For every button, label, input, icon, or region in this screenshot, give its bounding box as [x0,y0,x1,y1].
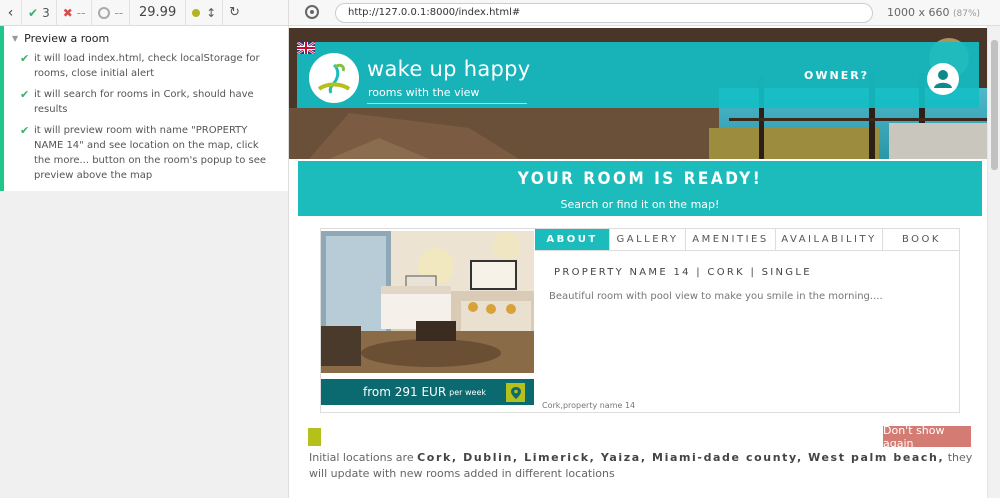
dont-show-again-button[interactable]: Don't show again [883,424,971,450]
uk-flag-icon[interactable] [297,42,315,54]
failed-stat: ✖ -- [57,0,93,26]
logo[interactable] [309,53,359,103]
autoscroll-toggle-icon[interactable]: ↕ [206,6,216,20]
banner-title: YOUR ROOM IS READY! [517,169,763,189]
rerun-button[interactable]: ↻ [223,0,246,26]
owner-link[interactable]: OWNER? [804,69,869,82]
property-tabs: ABOUT GALLERY AMENITIES AVAILABILITY BOO… [535,229,960,251]
chevron-left-icon: ‹ [7,4,14,21]
price-bar: from 291 EUR per week [321,379,534,405]
failed-count: -- [76,5,86,20]
price-period: per week [449,387,487,397]
caret-down-icon: ▼ [12,34,19,43]
price-text: from 291 EUR [363,385,447,399]
suite-title[interactable]: ▼ Preview a room [4,26,288,45]
initial-locations-text: Initial locations are Cork, Dublin, Lime… [309,450,979,482]
check-icon: ✔ [28,5,39,20]
passed-count: 3 [42,5,50,20]
tab-gallery[interactable]: GALLERY [610,229,686,250]
locations-cities: Cork, Dublin, Limerick, Yaiza, Miami-dad… [417,451,945,464]
brand-divider [367,103,527,104]
hero-header: wake up happy rooms with the view OWNER? [289,28,987,159]
viewport-info: 1000 x 660 (87%) [887,6,980,19]
check-icon: ✔ [20,124,30,137]
status-dot-icon [192,8,201,17]
page-scrollbar[interactable] [987,26,1000,498]
banner-subtitle: Search or find it on the map! [560,198,720,211]
property-title: PROPERTY NAME 14 | CORK | SINGLE [554,267,812,278]
room-photo[interactable] [321,231,534,373]
viewport-size: 1000 x 660 [887,6,950,19]
passed-stat: ✔ 3 [22,0,57,26]
pending-circle-icon [98,6,111,19]
browser-frame: http://127.0.0.1:8000/index.html# 1000 x… [289,0,1000,498]
tab-availability[interactable]: AVAILABILITY [776,229,883,250]
tab-book[interactable]: BOOK [883,229,960,250]
check-icon: ✔ [20,52,30,65]
test-item[interactable]: ✔ it will load index.html, check localSt… [4,51,288,81]
locations-intro: Initial locations are [309,451,414,464]
reporter-header: ‹ ✔ 3 ✖ -- -- 29.99 ↕ ↻ [0,0,288,26]
alert-marker [308,428,321,446]
user-icon [934,70,952,88]
map-pin-icon [510,386,521,399]
selector-playground-icon[interactable] [305,5,319,19]
tab-about[interactable]: ABOUT [535,229,610,250]
test-title: it will load index.html, check localStor… [34,53,260,79]
palm-logo-icon [317,63,351,94]
brand-subtitle: rooms with the view [368,86,480,99]
refresh-icon: ↻ [229,5,241,20]
url-input[interactable]: http://127.0.0.1:8000/index.html# [335,3,873,23]
property-description: Beautiful room with pool view to make yo… [549,291,883,302]
room-ready-banner: YOUR ROOM IS READY! Search or find it on… [298,161,982,216]
brand-title: wake up happy [367,57,531,81]
room-image [321,231,534,373]
property-location-label: Cork,property name 14 [542,401,636,410]
brand-bar: wake up happy rooms with the view OWNER? [297,42,979,108]
property-preview-card: from 291 EUR per week ABOUT GALLERY AMEN… [320,228,960,413]
pending-count: -- [114,5,124,20]
test-item[interactable]: ✔ it will search for rooms in Cork, shou… [4,87,288,117]
pending-stat: -- [92,0,131,26]
check-icon: ✔ [20,88,30,101]
suite-title-text: Preview a room [24,32,110,45]
app-under-test: wake up happy rooms with the view OWNER? [289,26,987,498]
test-item[interactable]: ✔ it will preview room with name "PROPER… [4,123,288,183]
test-title: it will preview room with name "PROPERTY… [34,125,267,181]
tab-amenities[interactable]: AMENITIES [686,229,776,250]
test-title: it will search for rooms in Cork, should… [34,89,254,115]
show-on-map-button[interactable] [506,383,525,402]
suite-block: ▼ Preview a room ✔ it will load index.ht… [0,26,288,191]
user-account-button[interactable] [927,63,959,95]
zoom-level: (87%) [953,9,981,19]
url-bar: http://127.0.0.1:8000/index.html# 1000 x… [289,0,1000,26]
duration: 29.99 [130,0,187,26]
scrollbar-thumb[interactable] [991,40,998,170]
run-controls: ↕ [186,0,224,26]
x-icon: ✖ [62,5,73,20]
test-reporter-panel: ‹ ✔ 3 ✖ -- -- 29.99 ↕ ↻ ▼ Preview a room… [0,0,289,498]
back-button[interactable]: ‹ [0,0,22,26]
